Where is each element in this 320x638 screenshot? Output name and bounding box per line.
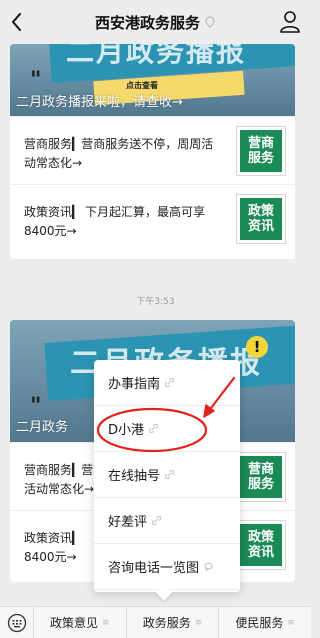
message-timestamp: 下午3:53 xyxy=(136,297,175,307)
menu-item-guide[interactable]: 办事指南 xyxy=(94,360,240,406)
list-item-thumbnail: 政策资讯 xyxy=(236,194,286,244)
article-card: 二月政务播报 点击查看 " 二月政务播报来啦，请查收→ 营商服务▎营商服务送不停… xyxy=(10,44,295,259)
back-button[interactable] xyxy=(6,8,28,36)
submenu-popup: 办事指南 D小港 在线抽号 好差评 咨询电话一览图 xyxy=(94,360,240,601)
bottom-menu-bar: 政策意见 ≡ 政务服务 ≡ 便民服务 ≡ xyxy=(0,606,311,638)
verified-icon xyxy=(205,16,215,28)
banner-title: 二月政务 xyxy=(16,420,69,435)
list-item-text: 政策资讯▎ 下月起汇算，最高可享8400元→ xyxy=(24,205,206,238)
menu-item-d-xiaogang[interactable]: D小港 xyxy=(94,406,240,452)
banner-title: 二月政务播报来啦，请查收→ xyxy=(16,95,183,110)
link-icon xyxy=(149,424,159,433)
top-navigation-bar: 西安港政务服务 xyxy=(0,0,311,44)
keyboard-icon xyxy=(7,613,26,632)
list-item-thumbnail: 政策资讯 xyxy=(236,520,286,570)
article-banner[interactable]: 二月政务播报 点击查看 " 二月政务播报来啦，请查收→ xyxy=(10,44,295,116)
account-name: 西安港政务服务 xyxy=(94,13,200,32)
menu-item-rating[interactable]: 好差评 xyxy=(94,498,240,544)
list-item[interactable]: 营商服务▎营商服务送不停，周周活动常态化→ 营商服务 xyxy=(10,116,295,184)
list-item[interactable]: 政策资讯▎ 下月起汇算，最高可享8400元→ 政策资讯 xyxy=(10,184,295,252)
account-title: 西安港政务服务 xyxy=(95,12,216,33)
menu-item-hotline[interactable]: 咨询电话一览图 xyxy=(94,544,240,590)
menu-tab-government-service[interactable]: 政务服务 ≡ xyxy=(127,606,220,638)
link-icon xyxy=(165,378,175,387)
list-item-thumbnail: 营商服务 xyxy=(236,126,286,176)
menu-tab-policy[interactable]: 政策意见 ≡ xyxy=(34,606,127,638)
quote-mark: " xyxy=(30,68,42,93)
exclaim-badge: ! xyxy=(246,336,268,358)
chevron-left-icon xyxy=(12,13,21,31)
menu-lines-icon: ≡ xyxy=(194,617,203,628)
link-icon xyxy=(165,470,175,479)
menu-item-online-queue[interactable]: 在线抽号 xyxy=(94,452,240,498)
banner-headline: 二月政务播报 xyxy=(66,44,247,68)
list-item-thumbnail: 营商服务 xyxy=(236,452,286,502)
chat-icon xyxy=(204,562,213,571)
menu-lines-icon: ≡ xyxy=(102,617,110,628)
person-icon xyxy=(280,11,300,33)
keyboard-toggle-button[interactable] xyxy=(0,606,34,638)
menu-tab-convenience[interactable]: 便民服务 ≡ xyxy=(219,607,311,638)
profile-button[interactable] xyxy=(279,10,301,34)
menu-lines-icon: ≡ xyxy=(287,617,295,628)
link-icon xyxy=(152,516,162,525)
banner-pill: 点击查看 xyxy=(126,81,158,90)
list-item-text: 营商服务▎营商服务送不停，周周活动常态化→ xyxy=(24,137,214,170)
